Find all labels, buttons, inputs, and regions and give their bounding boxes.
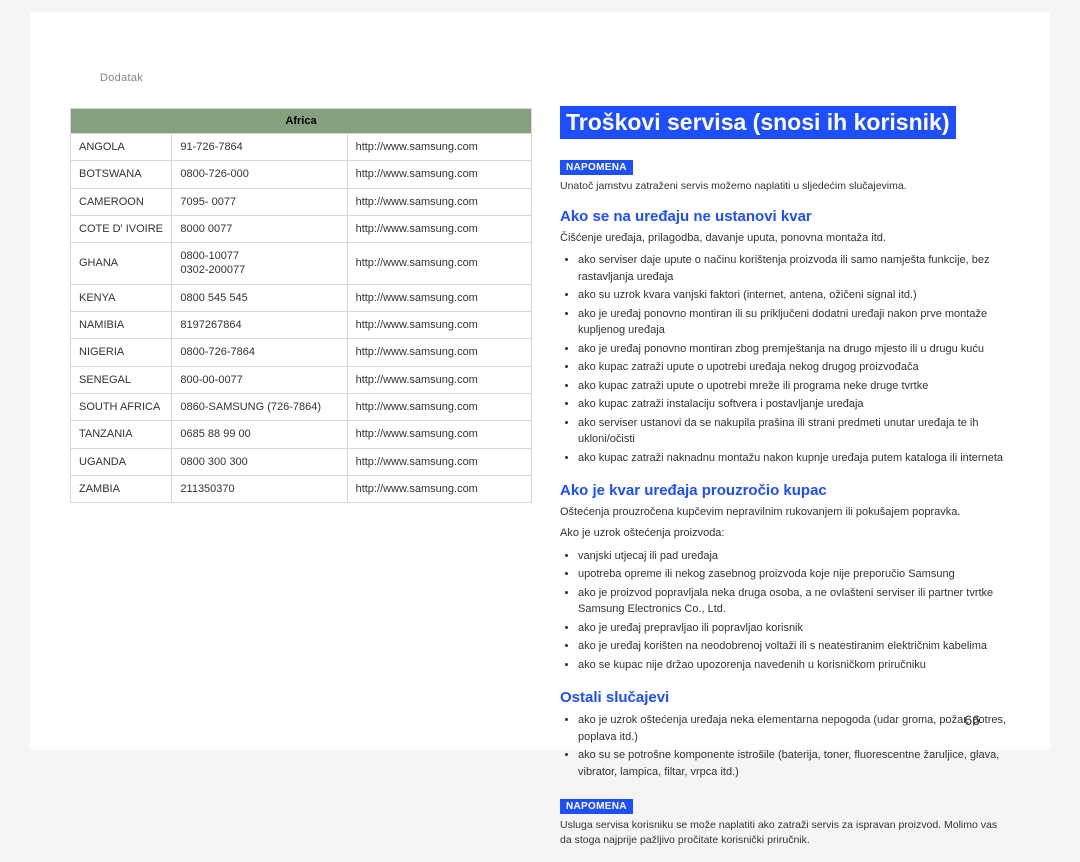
list-item: ako je uređaj korišten na neodobrenoj vo… xyxy=(578,638,1010,655)
page: Dodatak Africa ANGOLA91-726-7864http://w… xyxy=(30,12,1050,750)
country-cell: UGANDA xyxy=(71,448,172,475)
country-cell: KENYA xyxy=(71,284,172,311)
phone-cell: 8197267864 xyxy=(172,312,347,339)
heading-3-bullets: ako je uzrok oštećenja uređaja neka elem… xyxy=(560,712,1010,780)
country-cell: ZAMBIA xyxy=(71,475,172,502)
list-item: ako su uzrok kvara vanjski faktori (inte… xyxy=(578,287,1010,304)
country-cell: NAMIBIA xyxy=(71,312,172,339)
list-item: ako serviser daje upute o načinu korište… xyxy=(578,252,1010,285)
phone-cell: 0800 545 545 xyxy=(172,284,347,311)
table-row: SENEGAL800-00-0077http://www.samsung.com xyxy=(71,366,532,393)
table-row: GHANA0800-100770302-200077http://www.sam… xyxy=(71,243,532,285)
table-row: NAMIBIA8197267864http://www.samsung.com xyxy=(71,312,532,339)
heading-3: Ostali slučajevi xyxy=(560,689,1010,706)
heading-1-text: Čišćenje uređaja, prilagodba, davanje up… xyxy=(560,231,1010,246)
table-row: ANGOLA91-726-7864http://www.samsung.com xyxy=(71,134,532,161)
table-row: TANZANIA0685 88 99 00http://www.samsung.… xyxy=(71,421,532,448)
heading-1-bullets: ako serviser daje upute o načinu korište… xyxy=(560,252,1010,466)
table-row: BOTSWANA0800-726-000http://www.samsung.c… xyxy=(71,161,532,188)
country-cell: ANGOLA xyxy=(71,134,172,161)
page-number: 66 xyxy=(964,712,980,728)
url-cell: http://www.samsung.com xyxy=(347,366,531,393)
left-column: Africa ANGOLA91-726-7864http://www.samsu… xyxy=(70,108,532,862)
phone-cell: 0685 88 99 00 xyxy=(172,421,347,448)
phone-cell: 7095- 0077 xyxy=(172,188,347,215)
url-cell: http://www.samsung.com xyxy=(347,339,531,366)
url-cell: http://www.samsung.com xyxy=(347,475,531,502)
url-cell: http://www.samsung.com xyxy=(347,312,531,339)
table-row: UGANDA0800 300 300http://www.samsung.com xyxy=(71,448,532,475)
url-cell: http://www.samsung.com xyxy=(347,393,531,420)
phone-cell: 211350370 xyxy=(172,475,347,502)
list-item: ako kupac zatraži upute o upotrebi uređa… xyxy=(578,359,1010,376)
list-item: ako serviser ustanovi da se nakupila pra… xyxy=(578,415,1010,448)
table-row: COTE D' IVOIRE8000 0077http://www.samsun… xyxy=(71,215,532,242)
country-cell: TANZANIA xyxy=(71,421,172,448)
url-cell: http://www.samsung.com xyxy=(347,448,531,475)
list-item: ako kupac zatraži instalaciju softvera i… xyxy=(578,396,1010,413)
heading-1: Ako se na uređaju ne ustanovi kvar xyxy=(560,208,1010,225)
phone-cell: 0800-726-7864 xyxy=(172,339,347,366)
note-text: Unatoč jamstvu zatraženi servis možemo n… xyxy=(560,179,1010,194)
url-cell: http://www.samsung.com xyxy=(347,188,531,215)
heading-2-text2: Ako je uzrok oštećenja proizvoda: xyxy=(560,526,1010,541)
section-label: Dodatak xyxy=(100,72,143,84)
columns: Africa ANGOLA91-726-7864http://www.samsu… xyxy=(70,108,1010,862)
list-item: ako su se potrošne komponente istrošile … xyxy=(578,747,1010,780)
note2-text: Usluga servisa korisniku se može naplati… xyxy=(560,818,1010,847)
url-cell: http://www.samsung.com xyxy=(347,215,531,242)
phone-cell: 0800-100770302-200077 xyxy=(172,243,347,285)
list-item: ako je uređaj ponovno montiran zbog prem… xyxy=(578,341,1010,358)
phone-cell: 91-726-7864 xyxy=(172,134,347,161)
note2-badge: NAPOMENA xyxy=(560,799,633,814)
heading-2: Ako je kvar uređaja prouzročio kupac xyxy=(560,482,1010,499)
region-header: Africa xyxy=(71,109,532,134)
table-row: SOUTH AFRICA0860-SAMSUNG (726-7864)http:… xyxy=(71,393,532,420)
list-item: ako je proizvod popravljala neka druga o… xyxy=(578,585,1010,618)
list-item: ako kupac zatraži upute o upotrebi mreže… xyxy=(578,378,1010,395)
country-cell: SOUTH AFRICA xyxy=(71,393,172,420)
list-item: vanjski utjecaj ili pad uređaja xyxy=(578,548,1010,565)
note-badge: NAPOMENA xyxy=(560,160,633,175)
list-item: upotreba opreme ili nekog zasebnog proiz… xyxy=(578,566,1010,583)
country-cell: CAMEROON xyxy=(71,188,172,215)
url-cell: http://www.samsung.com xyxy=(347,161,531,188)
right-column: Troškovi servisa (snosi ih korisnik) NAP… xyxy=(560,108,1010,862)
table-row: KENYA0800 545 545http://www.samsung.com xyxy=(71,284,532,311)
phone-cell: 0800-726-000 xyxy=(172,161,347,188)
list-item: ako se kupac nije držao upozorenja naved… xyxy=(578,657,1010,674)
phone-cell: 8000 0077 xyxy=(172,215,347,242)
contact-table: Africa ANGOLA91-726-7864http://www.samsu… xyxy=(70,108,532,503)
table-row: NIGERIA0800-726-7864http://www.samsung.c… xyxy=(71,339,532,366)
list-item: ako je uzrok oštećenja uređaja neka elem… xyxy=(578,712,1010,745)
country-cell: NIGERIA xyxy=(71,339,172,366)
country-cell: SENEGAL xyxy=(71,366,172,393)
phone-cell: 800-00-0077 xyxy=(172,366,347,393)
country-cell: BOTSWANA xyxy=(71,161,172,188)
main-title: Troškovi servisa (snosi ih korisnik) xyxy=(560,106,956,139)
url-cell: http://www.samsung.com xyxy=(347,421,531,448)
country-cell: COTE D' IVOIRE xyxy=(71,215,172,242)
country-cell: GHANA xyxy=(71,243,172,285)
phone-cell: 0860-SAMSUNG (726-7864) xyxy=(172,393,347,420)
url-cell: http://www.samsung.com xyxy=(347,243,531,285)
heading-2-text1: Oštećenja prouzročena kupčevim nepraviln… xyxy=(560,505,1010,520)
url-cell: http://www.samsung.com xyxy=(347,134,531,161)
list-item: ako kupac zatraži naknadnu montažu nakon… xyxy=(578,450,1010,467)
url-cell: http://www.samsung.com xyxy=(347,284,531,311)
table-row: CAMEROON7095- 0077http://www.samsung.com xyxy=(71,188,532,215)
list-item: ako je uređaj prepravljao ili popravljao… xyxy=(578,620,1010,637)
phone-cell: 0800 300 300 xyxy=(172,448,347,475)
list-item: ako je uređaj ponovno montiran ili su pr… xyxy=(578,306,1010,339)
table-row: ZAMBIA211350370http://www.samsung.com xyxy=(71,475,532,502)
heading-2-bullets: vanjski utjecaj ili pad uređajaupotreba … xyxy=(560,548,1010,674)
